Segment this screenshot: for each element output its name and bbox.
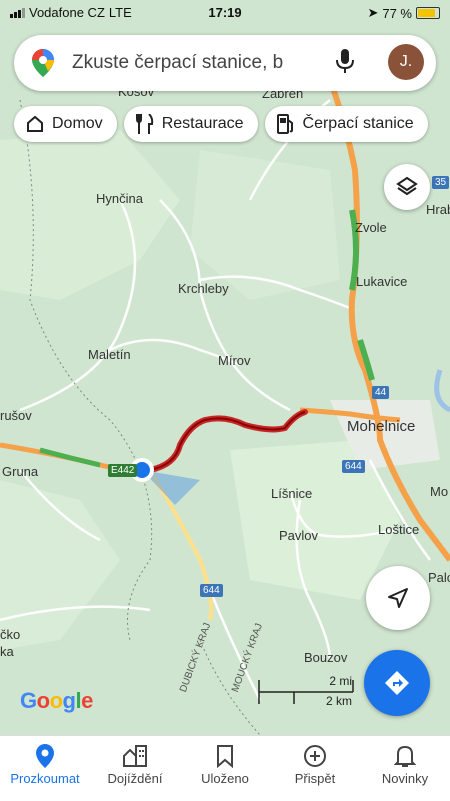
bottom-nav: Prozkoumat Dojíždění Uloženo Přispět Nov… bbox=[0, 735, 450, 801]
navigation-arrow-icon bbox=[388, 588, 408, 608]
commute-icon bbox=[123, 745, 147, 767]
place-label-hyncina: Hynčina bbox=[96, 191, 143, 206]
map-scale: 2 mi 2 km bbox=[258, 674, 354, 708]
status-bar: Vodafone CZ LTE 17:19 ➤ 77 % bbox=[0, 0, 450, 26]
place-label-lostice: Loštice bbox=[378, 522, 420, 537]
google-logo: Google bbox=[20, 688, 93, 713]
nav-contribute[interactable]: Přispět bbox=[270, 736, 360, 801]
restaurant-icon bbox=[135, 114, 153, 134]
nav-explore[interactable]: Prozkoumat bbox=[0, 736, 90, 801]
place-label-mohelnice: Mohelnice bbox=[347, 418, 416, 435]
place-label-rusov: rušov bbox=[0, 408, 32, 423]
directions-icon bbox=[385, 671, 409, 695]
place-label-cko: čko bbox=[0, 627, 21, 642]
place-label-hrab: Hrab bbox=[426, 202, 450, 217]
road-shield-35: 35 bbox=[432, 176, 450, 189]
bell-icon bbox=[394, 745, 416, 767]
road-shield-644: 644 bbox=[342, 460, 365, 473]
place-label-ka: ka bbox=[0, 644, 14, 659]
chip-home-label: Domov bbox=[52, 115, 103, 132]
home-icon bbox=[27, 115, 43, 132]
road-shield-644-south: 644 bbox=[200, 584, 223, 597]
avatar[interactable]: J. bbox=[388, 44, 424, 80]
nav-commute[interactable]: Dojíždění bbox=[90, 736, 180, 801]
gas-station-icon bbox=[276, 114, 293, 134]
explore-pin-icon bbox=[36, 744, 54, 768]
chip-gas-stations-label: Čerpací stanice bbox=[302, 115, 414, 132]
search-input[interactable]: Zkuste čerpací stanice, b bbox=[72, 52, 322, 74]
scale-km: 2 km bbox=[325, 694, 352, 708]
place-label-lisnice: Líšnice bbox=[271, 486, 313, 501]
layers-button[interactable] bbox=[384, 164, 430, 210]
nav-updates[interactable]: Novinky bbox=[360, 736, 450, 801]
add-circle-icon bbox=[304, 745, 326, 767]
chip-home[interactable]: Domov bbox=[14, 106, 117, 142]
google-maps-pin-icon bbox=[32, 49, 54, 77]
road-shield-e442: E442 bbox=[108, 464, 138, 477]
place-label-maletin: Maletín bbox=[88, 347, 131, 362]
place-label-zvole: Zvole bbox=[355, 220, 387, 235]
directions-button[interactable] bbox=[364, 650, 430, 716]
place-label-gruna: Gruna bbox=[2, 464, 39, 479]
bookmark-icon bbox=[217, 745, 233, 768]
place-label-mo: Mo bbox=[430, 484, 449, 499]
chip-restaurants[interactable]: Restaurace bbox=[123, 106, 258, 142]
quick-chips: Domov Restaurace Čerpací stanice bbox=[14, 106, 428, 142]
nav-saved-label: Uloženo bbox=[201, 771, 249, 786]
nav-updates-label: Novinky bbox=[381, 771, 429, 786]
nav-contribute-label: Přispět bbox=[294, 771, 336, 786]
place-label-pavlov: Pavlov bbox=[279, 528, 319, 543]
place-label-lukavice: Lukavice bbox=[356, 274, 408, 289]
layers-icon bbox=[396, 176, 418, 196]
search-bar[interactable]: Zkuste čerpací stanice, b J. bbox=[14, 35, 436, 91]
status-right: ➤ 77 % bbox=[367, 5, 440, 21]
chip-gas-stations[interactable]: Čerpací stanice bbox=[264, 106, 428, 142]
battery-percent: 77 % bbox=[382, 5, 412, 21]
nav-explore-label: Prozkoumat bbox=[10, 771, 80, 786]
location-arrow-icon: ➤ bbox=[367, 5, 379, 20]
chip-restaurants-label: Restaurace bbox=[161, 115, 244, 132]
place-label-krchleby: Krchleby bbox=[178, 281, 229, 296]
place-label-bouzov: Bouzov bbox=[304, 650, 348, 665]
scale-mi: 2 mi bbox=[329, 674, 352, 688]
nav-commute-label: Dojíždění bbox=[107, 771, 163, 786]
battery-icon bbox=[416, 7, 440, 19]
microphone-icon[interactable] bbox=[336, 49, 354, 75]
place-label-mirov: Mírov bbox=[218, 353, 251, 368]
my-location-button[interactable] bbox=[366, 566, 430, 630]
nav-saved[interactable]: Uloženo bbox=[180, 736, 270, 801]
road-shield-44: 44 bbox=[372, 386, 390, 399]
place-label-palo: Palo bbox=[428, 570, 450, 585]
